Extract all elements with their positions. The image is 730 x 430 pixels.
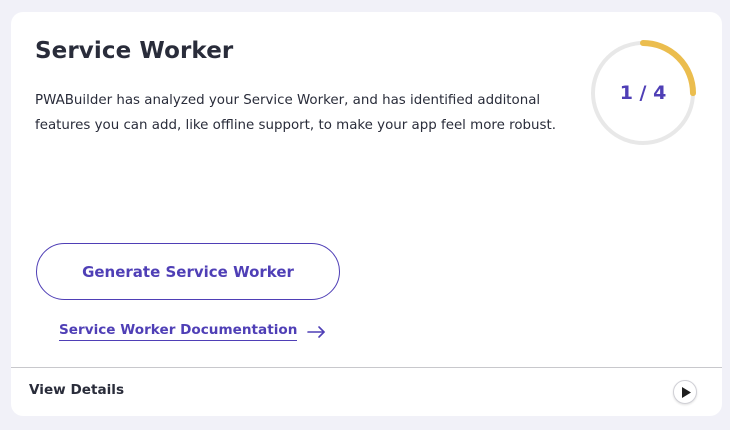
service-worker-card: Service Worker PWABuilder has analyzed y… — [11, 12, 722, 416]
play-icon[interactable] — [682, 387, 692, 398]
score-label: 1 / 4 — [619, 82, 667, 104]
card-title: Service Worker — [35, 38, 234, 64]
card-description: PWABuilder has analyzed your Service Wor… — [35, 93, 556, 133]
view-details-toggle[interactable]: View Details — [11, 368, 722, 416]
service-worker-docs-link[interactable]: Service Worker Documentation — [59, 322, 327, 341]
generate-service-worker-button[interactable]: Generate Service Worker — [36, 243, 340, 300]
docs-link-label[interactable]: Service Worker Documentation — [59, 322, 298, 341]
arrow-right-icon[interactable] — [307, 325, 327, 339]
view-details-label[interactable]: View Details — [29, 382, 124, 398]
expand-details-button[interactable] — [673, 380, 697, 404]
